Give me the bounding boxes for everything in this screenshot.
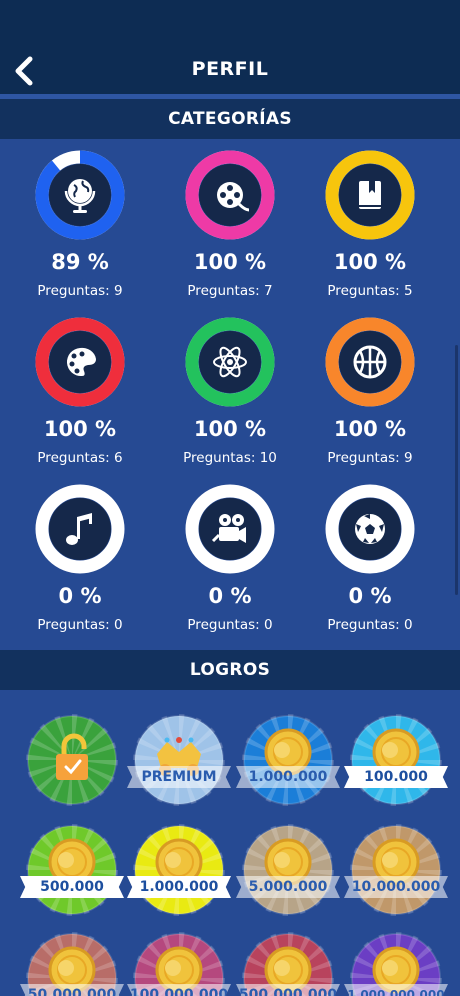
achievement-label: 500.000 xyxy=(20,876,124,898)
top-bar: PERFIL xyxy=(0,0,460,94)
achievement-badge[interactable]: 100.000 xyxy=(344,712,448,808)
achievement-medallion xyxy=(350,824,442,916)
achievement-label: 100.000.000 xyxy=(127,984,231,996)
achievement-medallion xyxy=(242,824,334,916)
category-percent: 100 % xyxy=(43,417,117,441)
achievement-label: 50.000.000 xyxy=(20,984,124,996)
category-questions: Preguntas: 9 xyxy=(37,283,123,299)
category-item[interactable]: 0 % Preguntas: 0 xyxy=(160,484,300,633)
achievement-badge[interactable]: 5.000.000 xyxy=(236,822,340,918)
achievement-medallion xyxy=(350,714,442,806)
section-header-categories: CATEGORÍAS xyxy=(0,99,460,139)
category-questions: Preguntas: 6 xyxy=(37,450,123,466)
category-percent: 100 % xyxy=(193,417,267,441)
achievement-badge[interactable]: 10.000.000 xyxy=(344,822,448,918)
achievement-label: 1.000.000 xyxy=(236,766,340,788)
category-questions: Preguntas: 9 xyxy=(327,450,413,466)
achievement-label: PREMIUM xyxy=(127,766,231,788)
achievement-medallion xyxy=(133,714,225,806)
achievement-medallion xyxy=(26,714,118,806)
achievement-badge[interactable] xyxy=(24,712,120,808)
category-progress-ring xyxy=(35,484,125,574)
category-percent: 100 % xyxy=(193,250,267,274)
category-progress-ring xyxy=(325,484,415,574)
category-item[interactable]: 0 % Preguntas: 0 xyxy=(300,484,440,633)
category-item[interactable]: 100 % Preguntas: 7 xyxy=(160,150,300,299)
achievement-badge[interactable]: 1.000.000 xyxy=(127,822,231,918)
category-item[interactable]: 0 % Preguntas: 0 xyxy=(10,484,150,633)
category-questions: Preguntas: 7 xyxy=(187,283,273,299)
category-percent: 100 % xyxy=(333,250,407,274)
achievement-medallion xyxy=(26,824,118,916)
achievement-medallion xyxy=(242,714,334,806)
achievement-badge[interactable]: 500.000.000 xyxy=(236,930,340,996)
category-item[interactable]: 100 % Preguntas: 10 xyxy=(160,317,300,466)
category-percent: 0 % xyxy=(58,584,102,608)
achievement-badge[interactable]: 100.000.000 xyxy=(127,930,231,996)
achievement-label: 1.000.000.000 xyxy=(344,984,448,996)
category-progress-ring xyxy=(325,150,415,240)
category-item[interactable]: 89 % Preguntas: 9 xyxy=(10,150,150,299)
achievement-label: 100.000 xyxy=(344,766,448,788)
category-item[interactable]: 100 % Preguntas: 5 xyxy=(300,150,440,299)
category-questions: Preguntas: 5 xyxy=(327,283,413,299)
category-percent: 0 % xyxy=(348,584,392,608)
achievement-badge[interactable]: 1.000.000 xyxy=(236,712,340,808)
category-progress-ring xyxy=(185,150,275,240)
category-questions: Preguntas: 0 xyxy=(187,617,273,633)
achievement-badge[interactable]: 1.000.000.000 xyxy=(344,930,448,996)
book-icon xyxy=(359,181,381,209)
achievement-label: 1.000.000 xyxy=(127,876,231,898)
category-progress-ring xyxy=(185,317,275,407)
category-progress-ring xyxy=(35,150,125,240)
category-questions: Preguntas: 0 xyxy=(327,617,413,633)
category-questions: Preguntas: 10 xyxy=(183,450,277,466)
category-item[interactable]: 100 % Preguntas: 6 xyxy=(10,317,150,466)
soccer-ball-icon xyxy=(355,514,385,544)
achievement-badge[interactable]: 500.000 xyxy=(20,822,124,918)
achievement-label: 5.000.000 xyxy=(236,876,340,898)
scrollbar[interactable] xyxy=(455,345,458,595)
basketball-icon xyxy=(353,345,387,379)
category-item[interactable]: 100 % Preguntas: 9 xyxy=(300,317,440,466)
achievement-label: 10.000.000 xyxy=(344,876,448,898)
category-progress-ring xyxy=(185,484,275,574)
achievement-badge[interactable]: 50.000.000 xyxy=(20,930,124,996)
category-progress-ring xyxy=(35,317,125,407)
category-percent: 100 % xyxy=(333,417,407,441)
achievement-label: 500.000.000 xyxy=(236,984,340,996)
category-percent: 0 % xyxy=(208,584,252,608)
achievement-medallion xyxy=(133,824,225,916)
section-header-achievements: LOGROS xyxy=(0,650,460,690)
category-percent: 89 % xyxy=(51,250,109,274)
category-questions: Preguntas: 0 xyxy=(37,617,123,633)
achievement-badge[interactable]: PREMIUM xyxy=(127,712,231,808)
page-title: PERFIL xyxy=(191,58,269,80)
category-progress-ring xyxy=(325,317,415,407)
